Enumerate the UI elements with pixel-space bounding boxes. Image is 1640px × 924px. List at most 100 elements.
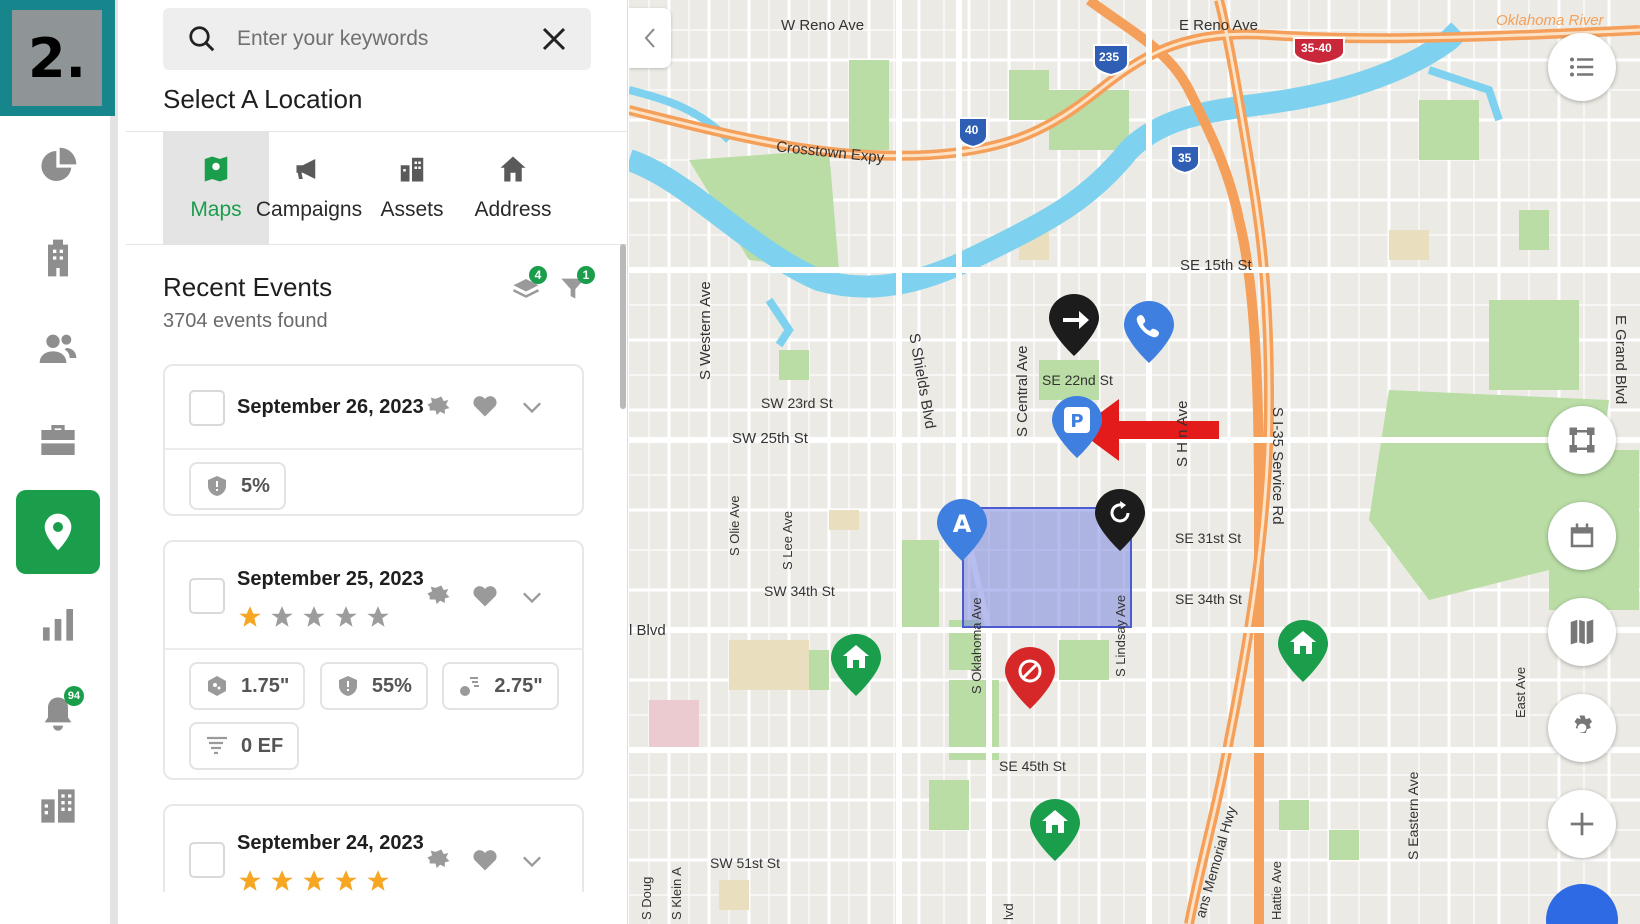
assets-icon bbox=[400, 157, 424, 182]
label-w-reno: W Reno Ave bbox=[781, 17, 865, 34]
label-s-lee: S Lee Ave bbox=[780, 510, 795, 570]
chevron-down-icon bbox=[523, 592, 541, 604]
calendar-button[interactable] bbox=[1548, 502, 1616, 570]
select-area-icon bbox=[1569, 427, 1595, 453]
hail-report-button[interactable] bbox=[425, 393, 453, 421]
star-filled-icon bbox=[367, 870, 389, 891]
tab-campaigns-label: Campaigns bbox=[255, 198, 363, 221]
star-filled-icon bbox=[335, 870, 357, 891]
metric-value: 5% bbox=[241, 474, 270, 497]
star-empty-icon bbox=[271, 606, 293, 627]
label-s-eastern: S Eastern Ave bbox=[1405, 771, 1421, 860]
favorite-button[interactable] bbox=[471, 846, 499, 874]
map-settings-button[interactable] bbox=[1548, 694, 1616, 762]
phone-pin[interactable] bbox=[1122, 299, 1176, 365]
filter-count-badge: 1 bbox=[577, 266, 595, 284]
tab-maps[interactable]: Maps bbox=[163, 132, 269, 245]
rail-contacts[interactable] bbox=[16, 306, 100, 390]
rail-dashboard[interactable] bbox=[16, 124, 100, 208]
events-list: September 26, 2023 5% September 25, 2023… bbox=[163, 364, 586, 892]
storm-icon bbox=[427, 849, 450, 869]
hail-report-button[interactable] bbox=[425, 846, 453, 874]
metric-chip: 0 EF bbox=[189, 722, 300, 770]
location-tabs: Maps Campaigns Assets Address bbox=[126, 131, 627, 245]
chevron-down-icon bbox=[523, 856, 541, 868]
calendar-icon bbox=[1570, 523, 1594, 548]
rail-jobs[interactable] bbox=[16, 398, 100, 482]
event-date: September 24, 2023 bbox=[237, 832, 424, 854]
tab-assets-label: Assets bbox=[380, 198, 444, 221]
label-i35-service: S I-35 Service Rd bbox=[1269, 407, 1286, 525]
bar-chart-icon bbox=[43, 609, 73, 641]
recent-events-count: 3704 events found bbox=[163, 310, 328, 332]
label-e-reno: E Reno Ave bbox=[1179, 17, 1258, 34]
map-view[interactable]: 235 40 35-40 35 W Reno Ave E Reno Ave Ok… bbox=[629, 0, 1640, 924]
rail-buildings[interactable] bbox=[16, 216, 100, 300]
city-icon bbox=[41, 789, 75, 823]
folded-map-icon bbox=[1570, 619, 1594, 645]
filter-button[interactable]: 1 bbox=[559, 266, 595, 300]
plus-icon bbox=[1570, 812, 1594, 836]
collapse-panel-button[interactable] bbox=[629, 8, 671, 68]
users-icon bbox=[39, 334, 77, 363]
star-filled-icon bbox=[271, 870, 293, 891]
label-lvd: lvd bbox=[1001, 903, 1016, 920]
panel-scrollbar[interactable] bbox=[620, 244, 626, 409]
marker-a-pin[interactable]: A bbox=[935, 497, 989, 563]
label-sw34: SW 34th St bbox=[764, 583, 835, 599]
list-icon bbox=[1570, 57, 1594, 77]
rail-locations[interactable] bbox=[16, 490, 100, 574]
direction-pin[interactable] bbox=[1047, 292, 1101, 358]
shield-alert-icon bbox=[338, 676, 357, 696]
expand-button[interactable] bbox=[518, 848, 546, 876]
storm-icon bbox=[427, 585, 450, 605]
label-east-ave: East Ave bbox=[1513, 666, 1528, 718]
tab-assets[interactable]: Assets bbox=[359, 132, 465, 245]
tab-campaigns[interactable]: Campaigns bbox=[256, 132, 362, 245]
event-card[interactable]: September 24, 2023 bbox=[163, 804, 584, 892]
favorite-button[interactable] bbox=[471, 582, 499, 610]
home-pin[interactable] bbox=[829, 632, 883, 698]
map-list-button[interactable] bbox=[1548, 33, 1616, 101]
star-empty-icon bbox=[335, 606, 357, 627]
home-pin[interactable] bbox=[1028, 797, 1082, 863]
event-checkbox[interactable] bbox=[189, 390, 225, 426]
hail-report-button[interactable] bbox=[425, 582, 453, 610]
label-se34: SE 34th St bbox=[1175, 591, 1242, 607]
rail-reports[interactable] bbox=[16, 582, 100, 666]
location-pin-icon bbox=[44, 513, 72, 551]
favorite-button[interactable] bbox=[471, 392, 499, 420]
home-pin[interactable] bbox=[1276, 618, 1330, 684]
map-layers-button[interactable] bbox=[1548, 598, 1616, 666]
label-se15: SE 15th St bbox=[1180, 257, 1252, 274]
rail-assets[interactable] bbox=[16, 764, 100, 848]
select-location-title: Select A Location bbox=[163, 84, 363, 114]
briefcase-icon bbox=[41, 425, 75, 455]
metric-chip: 5% bbox=[189, 462, 286, 510]
parking-pin[interactable]: P bbox=[1050, 394, 1104, 460]
metric-chip: 2.75" bbox=[442, 662, 559, 710]
notification-count-badge: 94 bbox=[64, 686, 84, 706]
blocked-pin[interactable] bbox=[1003, 645, 1057, 711]
expand-button[interactable] bbox=[518, 394, 546, 422]
draw-area-button[interactable] bbox=[1548, 406, 1616, 474]
rail-notifications[interactable]: 94 bbox=[16, 672, 100, 756]
label-s-lindsay: S Lindsay Ave bbox=[1113, 594, 1128, 677]
event-checkbox[interactable] bbox=[189, 842, 225, 878]
star-empty-icon bbox=[367, 606, 389, 627]
zoom-in-button[interactable] bbox=[1548, 790, 1616, 858]
severity-stars bbox=[237, 868, 391, 892]
event-checkbox[interactable] bbox=[189, 578, 225, 614]
search-input[interactable] bbox=[237, 27, 527, 51]
expand-button[interactable] bbox=[518, 584, 546, 612]
shield-235: 235 bbox=[1099, 50, 1120, 64]
nav-rail: 2. 94 bbox=[0, 0, 118, 924]
tab-address[interactable]: Address bbox=[460, 132, 566, 245]
event-card[interactable]: September 26, 2023 5% bbox=[163, 364, 584, 516]
megaphone-icon bbox=[296, 159, 316, 179]
clear-search-icon[interactable] bbox=[539, 24, 569, 54]
star-filled-icon bbox=[239, 870, 261, 891]
event-card[interactable]: September 25, 2023 1.75" 55% 2.75" 0 EF bbox=[163, 540, 584, 780]
refresh-pin[interactable] bbox=[1093, 487, 1147, 553]
layers-button[interactable]: 4 bbox=[511, 266, 547, 300]
